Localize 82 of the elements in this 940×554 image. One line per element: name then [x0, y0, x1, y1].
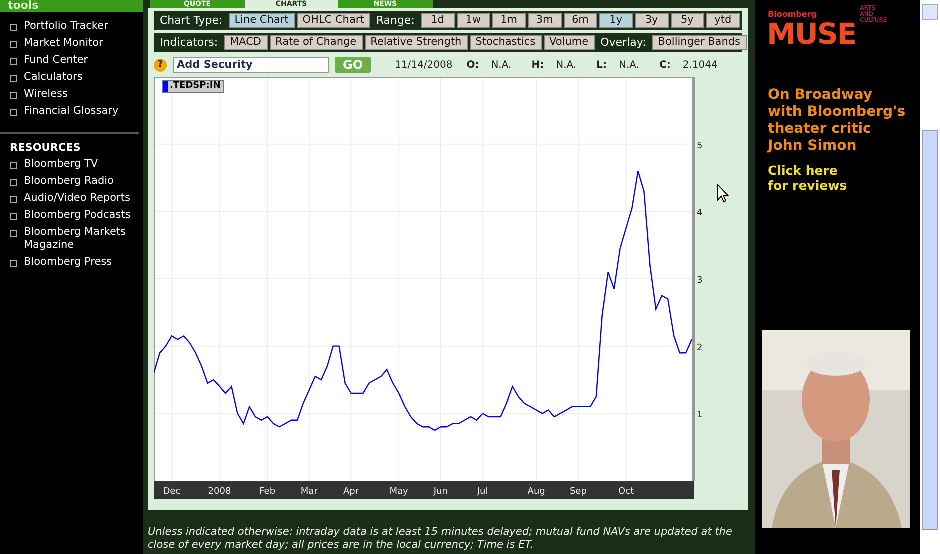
sidebar-link[interactable]: Bloomberg TV — [24, 158, 98, 171]
disclaimer-text: Unless indicated otherwise: intraday data is at least 15 minutes delayed; mutual fund NAVs are updated at the close of every market day; all prices are in the local currency; Time is ET. — [148, 526, 734, 552]
x-tick-label: Oct — [618, 487, 634, 497]
range-button[interactable]: ytd — [706, 13, 740, 28]
toolbar-label: Chart Type: — [159, 13, 224, 28]
bullet-icon — [10, 109, 17, 116]
section-title: RESOURCES — [9, 142, 82, 154]
range-button[interactable]: 1w — [456, 13, 490, 28]
bullet-icon — [10, 41, 17, 48]
scroll-up-button[interactable] — [922, 4, 938, 20]
quote-value: N.A. — [491, 60, 512, 70]
legend-swatch — [163, 81, 168, 92]
legend-label: .TEDSP:IN — [170, 81, 221, 92]
sidebar-link[interactable]: Bloomberg Markets Magazine — [24, 226, 143, 252]
ad-headline: On Broadway with Bloomberg's theater critic John Simon — [768, 87, 907, 155]
bullet-icon — [10, 58, 17, 65]
x-tick-label: Apr — [343, 487, 360, 497]
quote-label: H: — [532, 60, 544, 70]
bullet-icon — [10, 230, 17, 237]
quote-label: C: — [660, 60, 671, 70]
toolbar-label: Range: — [375, 13, 416, 28]
indicators-button[interactable]: MACD — [224, 35, 268, 50]
bullet-icon — [10, 260, 17, 267]
section-header: tools — [0, 0, 143, 12]
toolbar-label: Overlay: — [600, 35, 648, 50]
indicators-button[interactable]: Volume — [544, 35, 595, 50]
x-tick-label: Mar — [300, 487, 318, 497]
bullet-icon — [10, 92, 17, 99]
quote-date: 11/14/2008 — [395, 60, 453, 70]
bullet-icon — [10, 75, 17, 82]
range-button[interactable]: 1d — [420, 13, 455, 28]
sidebar-link[interactable]: Calculators — [24, 71, 83, 84]
bullet-icon — [10, 213, 17, 220]
sidebar-link[interactable]: Fund Center — [24, 54, 88, 67]
x-tick-label: Sep — [570, 487, 587, 497]
range-button[interactable]: 3y — [634, 13, 669, 28]
help-icon[interactable]: ? — [154, 58, 167, 72]
ad-brand: Bloomberg — [768, 10, 818, 19]
sidebar-link[interactable]: Financial Glossary — [24, 105, 119, 118]
ad-link[interactable]: Click here for reviews — [768, 163, 853, 193]
scrollbar-thumb[interactable] — [922, 130, 938, 530]
range-button[interactable]: 3m — [528, 13, 562, 28]
quote-label: L: — [596, 60, 607, 70]
bullet-icon — [10, 162, 17, 169]
x-tick-label: May — [390, 487, 408, 497]
bullet-icon — [10, 196, 17, 203]
quote-value: 2.1044 — [682, 60, 718, 70]
range-button[interactable]: 1y — [599, 13, 633, 28]
x-tick-label: Jun — [434, 487, 448, 497]
x-tick-label: 2008 — [208, 487, 232, 497]
mouse-pointer-icon — [717, 184, 729, 203]
y-tick-label: 1 — [697, 410, 703, 421]
y-tick-label: 2 — [697, 343, 703, 354]
ad-logo-title: MUSE — [767, 19, 856, 49]
sidebar-link[interactable]: Audio/Video Reports — [24, 192, 130, 205]
range-button[interactable]: 5y — [670, 13, 704, 28]
quote-value: N.A. — [618, 60, 640, 70]
sidebar-link[interactable]: Market Monitor — [24, 37, 104, 50]
overlay-button[interactable]: Bollinger Bands — [652, 35, 747, 50]
bullet-icon — [10, 24, 17, 31]
y-tick-label: 4 — [697, 208, 703, 219]
security-input[interactable]: Add Security — [173, 57, 329, 73]
indicators-button[interactable]: Relative Strength — [364, 35, 468, 50]
range-button[interactable]: 6m — [564, 13, 598, 28]
indicators-button[interactable]: Stochastics — [470, 35, 542, 50]
sidebar-link[interactable]: Bloomberg Radio — [24, 175, 114, 188]
quote-value: N.A. — [556, 60, 577, 70]
sidebar-link[interactable]: Wireless — [24, 88, 68, 101]
sidebar-link[interactable]: Bloomberg Podcasts — [24, 209, 131, 222]
range-button[interactable]: 1m — [492, 13, 526, 28]
y-tick-label: 3 — [697, 276, 703, 286]
bullet-icon — [10, 179, 17, 186]
y-tick-label: 5 — [697, 141, 703, 152]
x-tick-label: Jul — [477, 487, 488, 497]
x-tick-label: Dec — [163, 487, 181, 497]
quote-label: O: — [466, 60, 480, 70]
x-tick-label: Aug — [528, 487, 546, 497]
sidebar-link[interactable]: Bloomberg Press — [24, 256, 112, 269]
toolbar-label: Indicators: — [159, 35, 220, 50]
x-tick-label: Feb — [260, 487, 276, 497]
sidebar-link[interactable]: Portfolio Tracker — [24, 20, 108, 33]
indicators-button[interactable]: Rate of Change — [270, 35, 363, 50]
